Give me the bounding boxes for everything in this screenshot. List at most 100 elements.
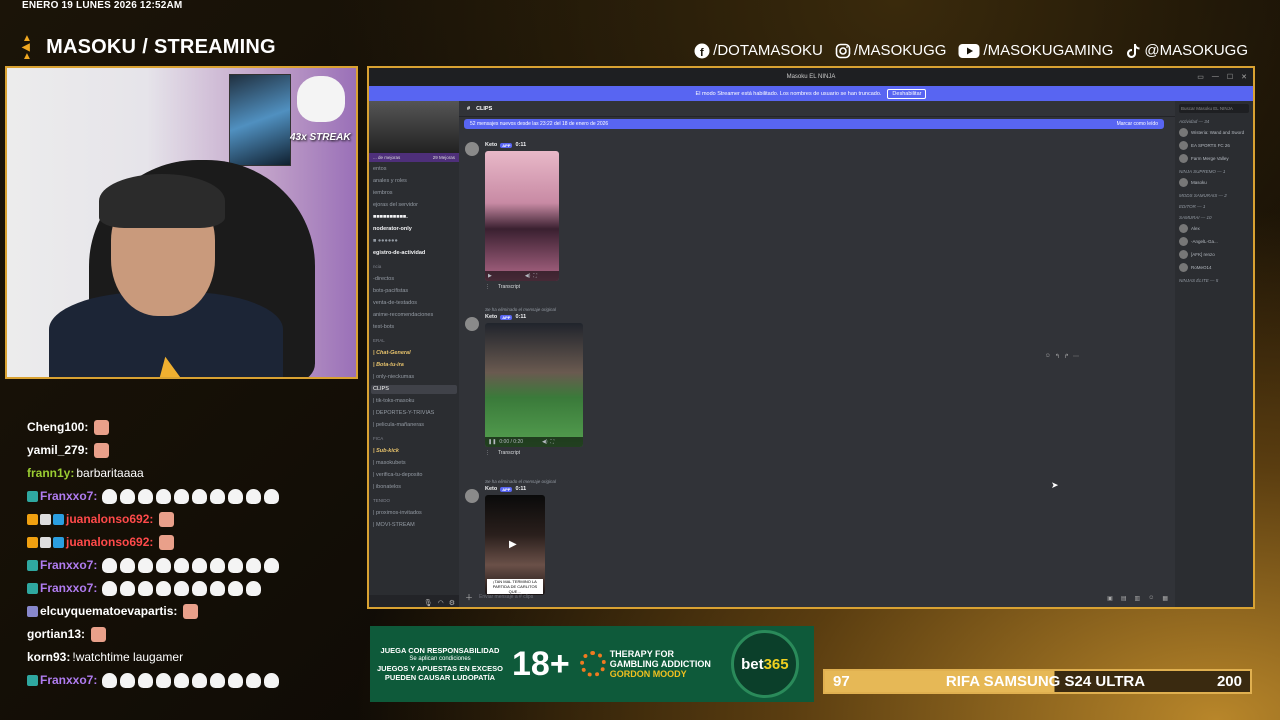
- channel-category[interactable]: TENIDO: [371, 497, 457, 506]
- channel-item[interactable]: ■■■■■■■■■■.: [371, 213, 457, 222]
- social-facebook: f /DOTAMASOKU: [694, 42, 823, 59]
- channel-item[interactable]: entos: [371, 165, 457, 174]
- message-composer[interactable]: ＋ Enviar mensaje a # clips: [465, 591, 1173, 603]
- member-item[interactable]: Masoku: [1179, 177, 1249, 187]
- member-item[interactable]: -AngelL-Ga...: [1179, 236, 1249, 246]
- mark-read-button[interactable]: Marcar como leído: [1117, 121, 1158, 127]
- fullscreen-icon[interactable]: ⛶: [533, 273, 537, 279]
- chat-username[interactable]: Cheng100:: [27, 420, 88, 434]
- member-item[interactable]: RoMeO14: [1179, 262, 1249, 272]
- channel-item[interactable]: | proximos-invitados: [371, 509, 457, 518]
- play-icon[interactable]: ▶: [509, 539, 517, 550]
- member-item[interactable]: Wisteria: Wand and Sword: [1179, 127, 1249, 137]
- close-icon[interactable]: ✕: [1241, 73, 1247, 81]
- transcript-button[interactable]: Transcript: [498, 284, 520, 290]
- transcript-button[interactable]: Transcript: [498, 450, 520, 456]
- channel-item[interactable]: iembros: [371, 189, 457, 198]
- server-search-input[interactable]: Buscar Masoku EL NINJA: [1179, 104, 1249, 113]
- channel-item[interactable]: | masokubets: [371, 459, 457, 468]
- chat-username[interactable]: juanalonso692:: [66, 535, 153, 549]
- channel-header: # CLIPS: [459, 101, 1179, 117]
- channel-item[interactable]: | ibonatelos: [371, 483, 457, 492]
- fullscreen-icon[interactable]: ⛶: [551, 439, 555, 445]
- channel-item[interactable]: | Bota-tu-ira: [371, 361, 457, 370]
- channel-item[interactable]: test-bots: [371, 323, 457, 332]
- play-icon[interactable]: ▶: [488, 273, 492, 279]
- member-item[interactable]: [AFK] renzo: [1179, 249, 1249, 259]
- settings-gear-icon[interactable]: ⚙: [449, 599, 455, 607]
- gif-icon[interactable]: ▤: [1121, 595, 1127, 602]
- chat-username[interactable]: korn93:: [27, 650, 70, 664]
- author-avatar[interactable]: [465, 489, 479, 503]
- pause-icon[interactable]: ❚❚: [488, 439, 496, 445]
- channel-item[interactable]: CLIPS: [371, 385, 457, 394]
- more-icon[interactable]: ⋮: [485, 284, 490, 290]
- boost-bar[interactable]: ... de mejoras 29 Mejoras: [369, 153, 459, 162]
- server-banner[interactable]: [369, 101, 459, 153]
- add-attachment-icon[interactable]: ＋: [465, 592, 473, 603]
- chat-username[interactable]: Franxxo7:: [40, 673, 97, 687]
- gift-icon[interactable]: ▣: [1107, 595, 1113, 602]
- channel-item[interactable]: | verifica-tu-deposito: [371, 471, 457, 480]
- author-name[interactable]: Keto: [485, 314, 497, 320]
- chat-username[interactable]: juanalonso692:: [66, 512, 153, 526]
- composer-placeholder[interactable]: Enviar mensaje a # clips: [479, 594, 533, 600]
- channel-item[interactable]: anime-recomendaciones: [371, 311, 457, 320]
- chat-username[interactable]: gortian13:: [27, 627, 85, 641]
- more-icon[interactable]: ⋮: [485, 450, 490, 456]
- chat-username[interactable]: frann1y:: [27, 466, 74, 480]
- apps-icon[interactable]: ▦: [1162, 595, 1168, 602]
- channel-item[interactable]: bots-pacifistas: [371, 287, 457, 296]
- react-icon[interactable]: ☺: [1045, 353, 1051, 360]
- sticker-icon[interactable]: ▥: [1135, 595, 1141, 602]
- volume-icon[interactable]: ◀): [525, 273, 531, 279]
- new-messages-bar[interactable]: 52 mensajes nuevos desde las 23:22 del 1…: [464, 119, 1164, 129]
- channel-item[interactable]: | DEPORTES-Y-TRIVIAS: [371, 409, 457, 418]
- channel-category[interactable]: FICA: [371, 435, 457, 444]
- chat-username[interactable]: Franxxo7:: [40, 581, 97, 595]
- author-name[interactable]: Keto: [485, 486, 497, 492]
- member-item[interactable]: EA SPORTS FC 26: [1179, 140, 1249, 150]
- chat-username[interactable]: yamil_279:: [27, 443, 88, 457]
- channel-item[interactable]: | MOVI-STREAM: [371, 521, 457, 530]
- more-actions-icon[interactable]: ⋯: [1073, 353, 1079, 360]
- chat-username[interactable]: Franxxo7:: [40, 558, 97, 572]
- volume-icon[interactable]: ◀): [542, 439, 548, 445]
- member-item[interactable]: Alex: [1179, 223, 1249, 233]
- channel-item[interactable]: venta-de-testados: [371, 299, 457, 308]
- headphones-icon[interactable]: ◠: [438, 599, 444, 607]
- author-name[interactable]: Keto: [485, 142, 497, 148]
- channel-item[interactable]: ejoras del servidor: [371, 201, 457, 210]
- channel-item[interactable]: | tik-toks-masoku: [371, 397, 457, 406]
- channel-item[interactable]: | pelicula-mañaneras: [371, 421, 457, 430]
- channel-category[interactable]: ncia: [371, 263, 457, 272]
- author-avatar[interactable]: [465, 142, 479, 156]
- sponsor-banner[interactable]: JUEGA CON RESPONSABILIDAD Se aplican con…: [370, 626, 814, 702]
- video-clip[interactable]: ▶ ◀) ⛶: [485, 151, 559, 281]
- chat-username[interactable]: elcuyquematoevapartis:: [40, 604, 177, 618]
- emoji-icon[interactable]: ☺: [1148, 595, 1154, 602]
- channel-category[interactable]: ERAL: [371, 337, 457, 346]
- channel-item[interactable]: | Sub-kick: [371, 447, 457, 456]
- maximize-icon[interactable]: ☐: [1227, 73, 1233, 81]
- reply-icon[interactable]: ↰: [1055, 353, 1060, 360]
- forward-icon[interactable]: ↱: [1064, 353, 1069, 360]
- author-avatar[interactable]: [465, 317, 479, 331]
- channel-item[interactable]: anales y roles: [371, 177, 457, 186]
- chat-username[interactable]: Franxxo7:: [40, 489, 97, 503]
- chat-badges: [27, 582, 38, 594]
- mic-icon[interactable]: 🎙: [424, 599, 433, 607]
- channel-item[interactable]: ■ ●●●●●●: [371, 237, 457, 246]
- video-clip[interactable]: ▶ ¡TAN MAL TERMINO LA PARTIDA DE CARLITO…: [485, 495, 545, 595]
- channel-item[interactable]: | only-nieckumas: [371, 373, 457, 382]
- inbox-icon[interactable]: ▭: [1197, 73, 1204, 81]
- dog-emote-icon: [102, 580, 118, 596]
- channel-item[interactable]: -directos: [371, 275, 457, 284]
- minimize-icon[interactable]: —: [1212, 73, 1219, 81]
- member-item[interactable]: Farm Merge Valley: [1179, 153, 1249, 163]
- channel-item[interactable]: egistro-de-actividad: [371, 249, 457, 258]
- video-clip[interactable]: ❚❚ 0:00 / 0:20 ◀) ⛶: [485, 323, 583, 447]
- disable-streamer-button[interactable]: Deshabilitar: [887, 88, 927, 99]
- channel-item[interactable]: noderator-only: [371, 225, 457, 234]
- channel-item[interactable]: | Chat-General: [371, 349, 457, 358]
